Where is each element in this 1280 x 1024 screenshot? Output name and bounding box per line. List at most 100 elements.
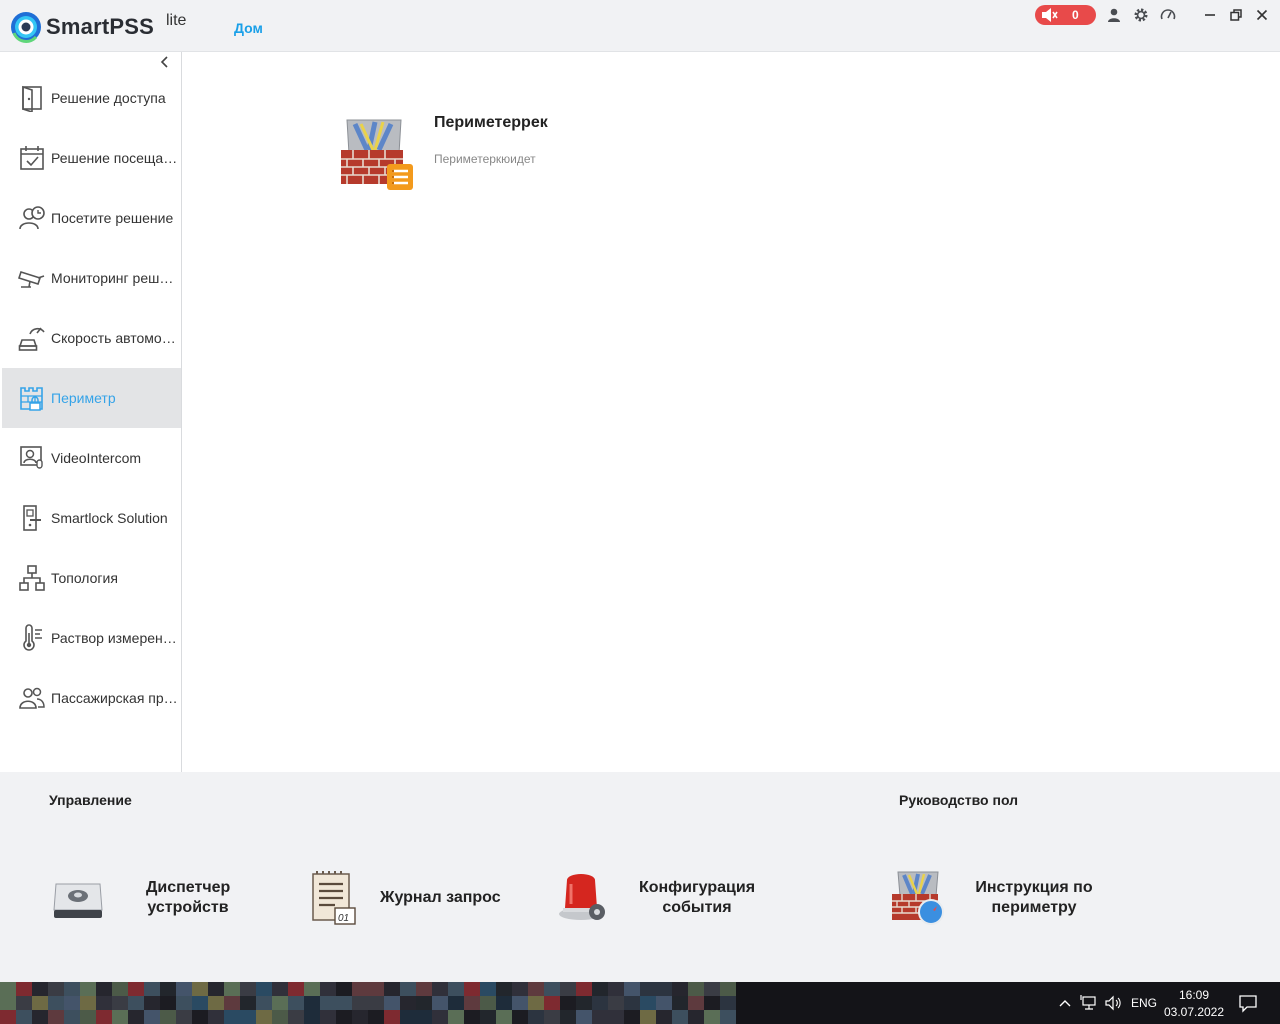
perimeter-guide-button[interactable]: Инструкция по периметру xyxy=(890,868,1100,928)
restore-icon[interactable] xyxy=(1228,7,1244,23)
alarm-button[interactable]: 0 xyxy=(1035,5,1096,25)
close-icon[interactable] xyxy=(1254,7,1270,23)
minimize-icon[interactable] xyxy=(1202,7,1218,23)
mosaic-tile xyxy=(704,982,720,996)
mosaic-tile xyxy=(416,1010,432,1024)
mosaic-tile xyxy=(592,982,608,996)
camera-icon xyxy=(18,271,45,288)
mosaic-tile xyxy=(528,996,544,1010)
mosaic-tile xyxy=(528,1010,544,1024)
sidebar-item-label: Мониторинг решение xyxy=(51,270,179,286)
mosaic-tile xyxy=(608,996,624,1010)
mosaic-tile xyxy=(288,996,304,1010)
sidebar-item-label: Раствор измерения температуры xyxy=(51,630,179,646)
mosaic-tile xyxy=(384,1010,400,1024)
mosaic-tile xyxy=(544,996,560,1010)
mosaic-tile xyxy=(704,996,720,1010)
mosaic-tile xyxy=(176,1010,192,1024)
sidebar-item-attendance[interactable]: Решение посещаемости xyxy=(2,128,181,188)
mosaic-tile xyxy=(112,982,128,996)
mosaic-tile xyxy=(512,1010,528,1024)
sidebar-item-passengers[interactable]: Пассажирская проходка xyxy=(2,668,181,728)
speed-car-icon xyxy=(18,327,45,351)
mosaic-tile xyxy=(480,996,496,1010)
mosaic-tile xyxy=(112,1010,128,1024)
perimeter-firewall-icon[interactable] xyxy=(335,114,415,194)
sidebar-item-vehicle-speed[interactable]: Скорость автомобиля xyxy=(2,308,181,368)
mosaic-tile xyxy=(720,982,736,996)
sidebar-item-label: Решение доступа xyxy=(51,90,166,106)
log-query-button[interactable]: 01 Журнал запрос xyxy=(305,868,501,928)
mosaic-tile xyxy=(256,996,272,1010)
mosaic-tile xyxy=(272,1010,288,1024)
mosaic-tile xyxy=(368,1010,384,1024)
mosaic-tile xyxy=(592,996,608,1010)
chevron-up-icon[interactable] xyxy=(1058,994,1072,1012)
mosaic-tile xyxy=(192,996,208,1010)
mosaic-tile xyxy=(464,982,480,996)
mosaic-tile xyxy=(432,1010,448,1024)
sidebar-item-perimeter[interactable]: Периметр xyxy=(2,368,181,428)
mosaic-tile xyxy=(352,996,368,1010)
mosaic-tile xyxy=(0,996,16,1010)
mosaic-tile xyxy=(16,1010,32,1024)
mosaic-tile xyxy=(288,982,304,996)
system-clock[interactable]: 16:09 03.07.2022 xyxy=(1160,987,1228,1021)
mosaic-tile xyxy=(688,982,704,996)
card-title[interactable]: Периметеррек xyxy=(434,114,548,132)
sidebar-item-smartlock[interactable]: Smartlock Solution xyxy=(2,488,181,548)
performance-gauge-icon[interactable] xyxy=(1160,7,1176,23)
passengers-icon xyxy=(19,687,45,709)
mosaic-tile xyxy=(640,982,656,996)
device-manager-button[interactable]: Диспетчер устройств xyxy=(50,868,230,928)
mosaic-tile xyxy=(128,1010,144,1024)
smartlock-icon xyxy=(23,505,41,531)
tab-home[interactable]: Дом xyxy=(234,20,263,36)
language-indicator[interactable]: ENG xyxy=(1131,996,1157,1014)
mosaic-tile xyxy=(688,1010,704,1024)
mosaic-tile xyxy=(176,982,192,996)
sidebar-item-temperature[interactable]: Раствор измерения температуры xyxy=(2,608,181,668)
volume-icon[interactable] xyxy=(1104,994,1122,1012)
mosaic-tile xyxy=(384,996,400,1010)
calendar-check-icon xyxy=(20,146,44,170)
mosaic-tile xyxy=(496,1010,512,1024)
clock-time: 16:09 xyxy=(1178,988,1210,1002)
mosaic-tile xyxy=(368,982,384,996)
network-icon[interactable] xyxy=(1080,994,1098,1012)
sidebar-item-access[interactable]: Решение доступа xyxy=(2,68,181,128)
sidebar-item-visitor[interactable]: Посетите решение xyxy=(2,188,181,248)
mosaic-tile xyxy=(272,996,288,1010)
mosaic-tile xyxy=(352,1010,368,1024)
mosaic-tile xyxy=(432,996,448,1010)
mosaic-tile xyxy=(656,996,672,1010)
speaker-icon xyxy=(1042,8,1058,22)
mosaic-tile xyxy=(176,996,192,1010)
mosaic-tile xyxy=(96,996,112,1010)
main-content: Периметеррек Периметеркюидет xyxy=(183,52,1280,772)
mosaic-tile xyxy=(32,996,48,1010)
mosaic-tile xyxy=(464,996,480,1010)
mosaic-tile xyxy=(16,996,32,1010)
sidebar-item-monitoring[interactable]: Мониторинг решение xyxy=(2,248,181,308)
mosaic-tile xyxy=(480,1010,496,1024)
sidebar-item-videointercom[interactable]: VideoIntercom xyxy=(2,428,181,488)
user-icon[interactable] xyxy=(1106,7,1122,23)
mosaic-tile xyxy=(464,1010,480,1024)
mosaic-tile xyxy=(128,982,144,996)
topology-icon xyxy=(19,565,45,591)
gear-icon[interactable] xyxy=(1133,7,1149,23)
notifications-icon[interactable] xyxy=(1238,993,1258,1013)
event-config-button[interactable]: Конфигурация события xyxy=(555,868,759,928)
sidebar-item-topology[interactable]: Топология xyxy=(2,548,181,608)
title-bar: SmartPSS lite Дом 0 xyxy=(0,0,1280,52)
mosaic-tile xyxy=(576,1010,592,1024)
mosaic-tile xyxy=(512,996,528,1010)
mosaic-tile xyxy=(608,982,624,996)
mosaic-tile xyxy=(208,1010,224,1024)
mosaic-tile xyxy=(656,1010,672,1024)
mosaic-tile xyxy=(432,982,448,996)
mosaic-tile xyxy=(304,982,320,996)
door-icon xyxy=(22,85,42,112)
mosaic-tile xyxy=(96,1010,112,1024)
